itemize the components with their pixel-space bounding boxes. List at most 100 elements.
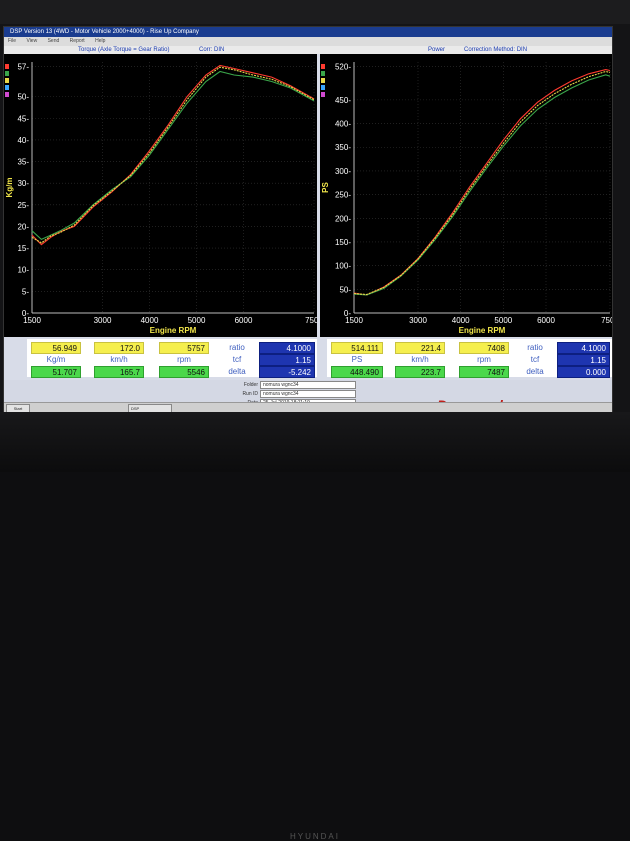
rpm-cursor-value-right: 7408 bbox=[459, 342, 509, 354]
torque-y-tick-label: 30- bbox=[17, 179, 29, 188]
power-chart-svg: 0-50-100-150-200-250-300-350-400-450-520… bbox=[321, 62, 612, 335]
monitor-frame: DSP Version 13 (4WD - Motor Vehicle 2000… bbox=[0, 0, 630, 841]
tcf-value-right[interactable]: 1.15 bbox=[557, 354, 610, 366]
folder-field[interactable]: nomura wgnc34 bbox=[260, 381, 356, 389]
torque-y-tick-label: 35- bbox=[17, 158, 29, 167]
torque-x-tick-label: 7500 bbox=[305, 316, 317, 325]
torque-y-tick-label: 57- bbox=[17, 62, 29, 71]
speed-unit: km/h bbox=[110, 355, 128, 364]
power-run-swatch-3 bbox=[321, 85, 325, 90]
folder-label: Folder bbox=[243, 382, 258, 388]
speed-cursor-value-right: 221.4 bbox=[395, 342, 445, 354]
rpm-unit: rpm bbox=[177, 355, 191, 364]
power-readout-panel: 514.111 221.4 7408 ratio 4.1000 PS km/h … bbox=[327, 339, 612, 378]
torque-y-tick-label: 15- bbox=[17, 244, 29, 253]
ratio-value-right[interactable]: 4.1000 bbox=[557, 342, 610, 354]
menu-file[interactable]: File bbox=[8, 38, 16, 44]
correction-method-label: Correction Method: DIN bbox=[464, 47, 528, 53]
power-y-tick-label: 50- bbox=[339, 285, 351, 294]
torque-run-swatch-0 bbox=[5, 64, 9, 69]
power-unit: PS bbox=[351, 355, 363, 364]
rpm-cursor-value: 5757 bbox=[159, 342, 209, 354]
power-y-tick-label: 450- bbox=[335, 96, 351, 105]
speed-peak-value: 165.7 bbox=[94, 366, 144, 378]
speed-unit-right: km/h bbox=[411, 355, 429, 364]
torque-y-tick-label: 20- bbox=[17, 222, 29, 231]
torque-peak-value: 51.707 bbox=[31, 366, 81, 378]
torque-y-tick-label: 50- bbox=[17, 93, 29, 102]
speed-cursor-value: 172.0 bbox=[94, 342, 144, 354]
power-peak-value: 448.490 bbox=[331, 366, 383, 378]
ratio-value[interactable]: 4.1000 bbox=[259, 342, 315, 354]
torque-x-tick-label: 6000 bbox=[235, 316, 253, 325]
power-y-tick-label: 200- bbox=[335, 214, 351, 223]
power-run-swatch-0 bbox=[321, 64, 325, 69]
menu-view[interactable]: View bbox=[26, 38, 37, 44]
tcf-value[interactable]: 1.15 bbox=[259, 354, 315, 366]
torque-run-swatch-1 bbox=[5, 71, 9, 76]
delta-value-right: 0.000 bbox=[557, 366, 610, 378]
monitor-bezel-bottom: HYUNDAI bbox=[0, 412, 630, 841]
torque-x-axis-label: Engine RPM bbox=[150, 326, 197, 335]
torque-y-tick-label: 10- bbox=[17, 266, 29, 275]
torque-y-tick-label: 45- bbox=[17, 114, 29, 123]
torque-x-tick-label: 1500 bbox=[23, 316, 41, 325]
power-y-tick-label: 250- bbox=[335, 191, 351, 200]
speed-peak-value-right: 223.7 bbox=[395, 366, 445, 378]
runid-field[interactable]: nomura wgnc34 bbox=[260, 390, 356, 398]
power-x-tick-label: 4000 bbox=[452, 316, 470, 325]
power-run-swatch-4 bbox=[321, 92, 325, 97]
torque-y-tick-label: 25- bbox=[17, 201, 29, 210]
torque-y-tick-label: 40- bbox=[17, 136, 29, 145]
ratio-label: ratio bbox=[229, 343, 245, 352]
menu-bar: File View Send Report Help bbox=[4, 37, 612, 46]
delta-label-right: delta bbox=[526, 367, 544, 376]
torque-x-tick-label: 3000 bbox=[94, 316, 112, 325]
rpm-peak-value-right: 7487 bbox=[459, 366, 509, 378]
runid-label: Run ID bbox=[242, 391, 258, 397]
power-chart-title: Power bbox=[428, 47, 446, 53]
ratio-label-right: ratio bbox=[527, 343, 543, 352]
torque-run-swatch-3 bbox=[5, 85, 9, 90]
power-chart[interactable]: 0- 50- 100- 150- 200- 250- 300- 350- 400- 450- 520… bbox=[320, 54, 612, 337]
power-x-tick-label: 1500 bbox=[345, 316, 363, 325]
rpm-unit-right: rpm bbox=[477, 355, 491, 364]
torque-series-2-line bbox=[31, 66, 315, 244]
torque-run-swatch-4 bbox=[5, 92, 9, 97]
torque-y-tick-label: 5- bbox=[22, 287, 29, 296]
rpm-peak-value: 5546 bbox=[159, 366, 209, 378]
power-y-tick-label: 300- bbox=[335, 167, 351, 176]
torque-x-tick-label: 5000 bbox=[188, 316, 206, 325]
power-y-tick-label: 400- bbox=[335, 120, 351, 129]
power-run-swatch-1 bbox=[321, 71, 325, 76]
torque-unit: Kg/m bbox=[46, 355, 66, 364]
tcf-label-right: tcf bbox=[530, 355, 540, 364]
power-y-tick-label: 350- bbox=[335, 143, 351, 152]
power-x-tick-label: 5000 bbox=[494, 316, 512, 325]
power-cursor-value: 514.111 bbox=[331, 342, 383, 354]
power-y-tick-label: 150- bbox=[335, 238, 351, 247]
torque-y-axis-label: Kg/m bbox=[5, 178, 14, 198]
power-run-swatch-2 bbox=[321, 78, 325, 83]
torque-chart[interactable]: 0- 5- 10- 15- 20- 25- 30- 35- 40- 45- 50- 57- 1500 30… bbox=[4, 54, 317, 337]
menu-report[interactable]: Report bbox=[70, 38, 85, 44]
power-x-tick-label: 7500 bbox=[601, 316, 612, 325]
torque-readout-panel: 56.949 172.0 5757 ratio 4.1000 Kg/m km/h… bbox=[27, 339, 317, 378]
menu-help[interactable]: Help bbox=[95, 38, 105, 44]
power-series-0-line bbox=[353, 69, 611, 296]
screen: DSP Version 13 (4WD - Motor Vehicle 2000… bbox=[3, 26, 613, 413]
power-series-1-line bbox=[353, 74, 611, 296]
delta-label: delta bbox=[228, 367, 246, 376]
torque-chart-svg: 0-5-10-15-20-25-30-35-40-45-50-57-1500 30… bbox=[5, 62, 317, 335]
torque-x-tick-label: 4000 bbox=[141, 316, 159, 325]
window-title: DSP Version 13 (4WD - Motor Vehicle 2000… bbox=[4, 27, 612, 37]
monitor-bezel-top bbox=[0, 0, 630, 24]
power-x-tick-label: 6000 bbox=[537, 316, 555, 325]
torque-run-swatch-2 bbox=[5, 78, 9, 83]
torque-cursor-value: 56.949 bbox=[31, 342, 81, 354]
power-y-tick-label: 520- bbox=[335, 63, 351, 72]
menu-send[interactable]: Send bbox=[48, 38, 60, 44]
torque-chart-title: Torque (Axle Torque = Gear Ratio) bbox=[78, 47, 170, 53]
tcf-label: tcf bbox=[232, 355, 242, 364]
power-x-tick-label: 3000 bbox=[409, 316, 427, 325]
